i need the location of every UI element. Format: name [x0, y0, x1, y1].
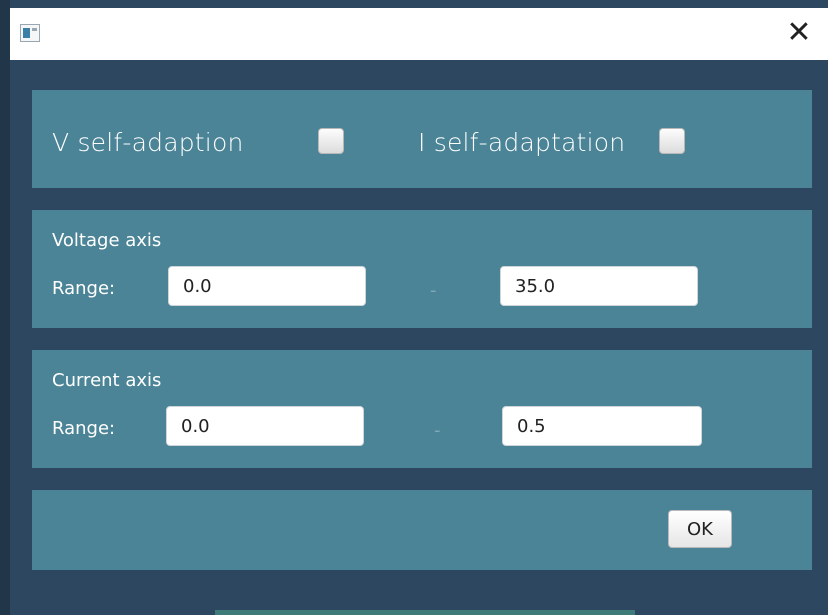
current-max-input[interactable] — [502, 406, 702, 446]
current-axis-panel: Current axis Range: - — [32, 350, 812, 468]
i-self-adaptation-label: I self-adaptation — [418, 128, 626, 157]
background-edge — [0, 0, 10, 615]
voltage-axis-title: Voltage axis — [52, 230, 162, 251]
footer-panel: OK — [32, 490, 812, 570]
close-button[interactable]: ✕ — [784, 18, 814, 48]
title-bar[interactable]: ✕ — [10, 8, 828, 60]
voltage-range-label: Range: — [52, 278, 116, 299]
dialog-window: ✕ V self-adaption I self-adaptation Volt… — [0, 0, 828, 615]
current-range-separator: - — [434, 420, 441, 441]
taskbar-strip — [215, 610, 635, 615]
i-self-adaptation-checkbox[interactable] — [659, 128, 685, 154]
dialog-content: V self-adaption I self-adaptation Voltag… — [10, 60, 828, 615]
v-self-adaption-checkbox[interactable] — [318, 128, 344, 154]
voltage-min-input[interactable] — [168, 266, 366, 306]
app-icon — [20, 24, 40, 42]
v-self-adaption-label: V self-adaption — [52, 128, 244, 157]
voltage-axis-panel: Voltage axis Range: - — [32, 210, 812, 328]
voltage-max-input[interactable] — [500, 266, 698, 306]
voltage-range-separator: - — [430, 280, 437, 301]
self-adaption-panel: V self-adaption I self-adaptation — [32, 90, 812, 188]
current-min-input[interactable] — [166, 406, 364, 446]
current-range-label: Range: — [52, 418, 116, 439]
current-axis-title: Current axis — [52, 370, 162, 391]
ok-button[interactable]: OK — [668, 510, 732, 548]
